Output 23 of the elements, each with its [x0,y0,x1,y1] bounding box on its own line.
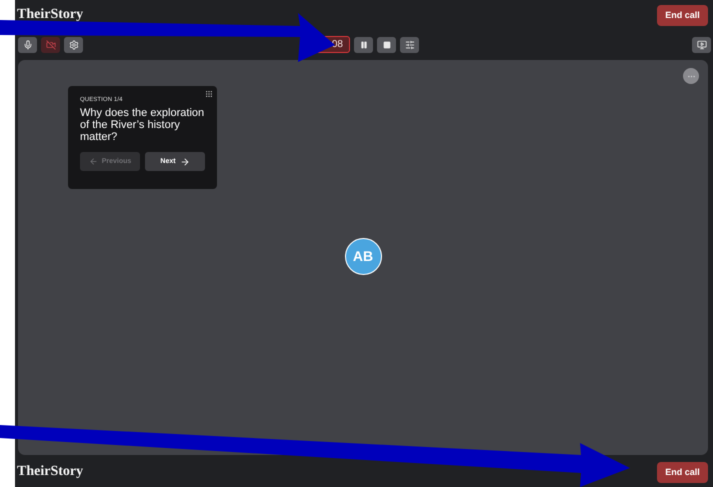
monitor-play-icon [696,40,706,50]
brand-logo: TheirStory [17,464,84,480]
sliders-button[interactable] [400,37,419,53]
brand-logo: TheirStory [17,7,84,23]
pause-icon [360,41,368,49]
arrow-right-icon [180,156,190,166]
stop-icon [382,41,390,49]
screen-share-button[interactable] [692,37,711,53]
question-text: Why does the exploration of the River’s history matter? [80,107,206,143]
participant-avatar: AB [344,238,382,274]
drag-handle-icon[interactable] [205,90,213,98]
more-button[interactable] [683,68,699,84]
microphone-icon [22,40,32,50]
microphone-button[interactable] [18,37,37,53]
camera-off-icon [46,40,56,50]
settings-icon [68,40,78,50]
stop-button[interactable] [377,37,396,53]
end-call-button[interactable]: End call [657,4,708,26]
end-call-button[interactable]: End call [657,462,708,482]
pause-button[interactable] [354,37,373,53]
sliders-icon [404,40,414,50]
settings-button[interactable] [64,37,83,53]
arrow-left-icon [88,157,98,166]
